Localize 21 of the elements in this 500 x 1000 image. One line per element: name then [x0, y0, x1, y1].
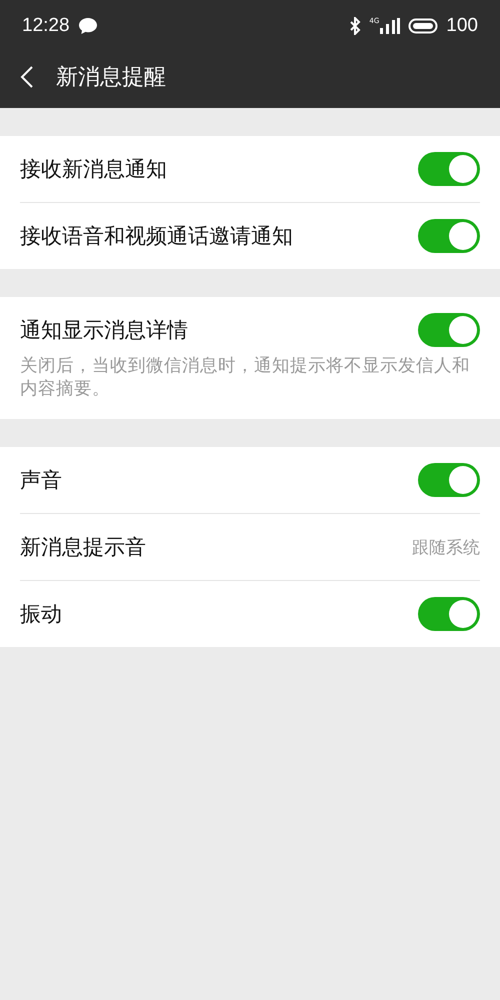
- setting-label: 新消息提示音: [20, 534, 146, 561]
- toggle-switch[interactable]: [418, 152, 480, 186]
- chat-bubble-icon: [78, 17, 98, 35]
- setting-value[interactable]: 跟随系统: [412, 536, 480, 558]
- toggle-switch[interactable]: [418, 463, 480, 497]
- setting-label: 声音: [20, 467, 62, 494]
- signal-icon: [380, 18, 400, 34]
- battery-level: 100: [446, 15, 478, 37]
- setting-label: 通知显示消息详情: [20, 317, 188, 344]
- toggle-switch[interactable]: [418, 597, 480, 631]
- toggle-switch[interactable]: [418, 313, 480, 347]
- battery-icon: [408, 18, 438, 34]
- setting-label: 振动: [20, 601, 62, 628]
- setting-label: 接收语音和视频通话邀请通知: [20, 223, 293, 250]
- bluetooth-icon: [349, 17, 362, 35]
- toggle-switch[interactable]: [418, 219, 480, 253]
- screen-title: 新消息提醒: [56, 64, 166, 92]
- back-icon[interactable]: [20, 65, 34, 89]
- setting-label: 接收新消息通知: [20, 156, 167, 183]
- setting-description: 关闭后，当收到微信消息时，通知提示将不显示发信人和内容摘要。: [20, 355, 471, 401]
- clock-time: 12:28: [22, 15, 70, 37]
